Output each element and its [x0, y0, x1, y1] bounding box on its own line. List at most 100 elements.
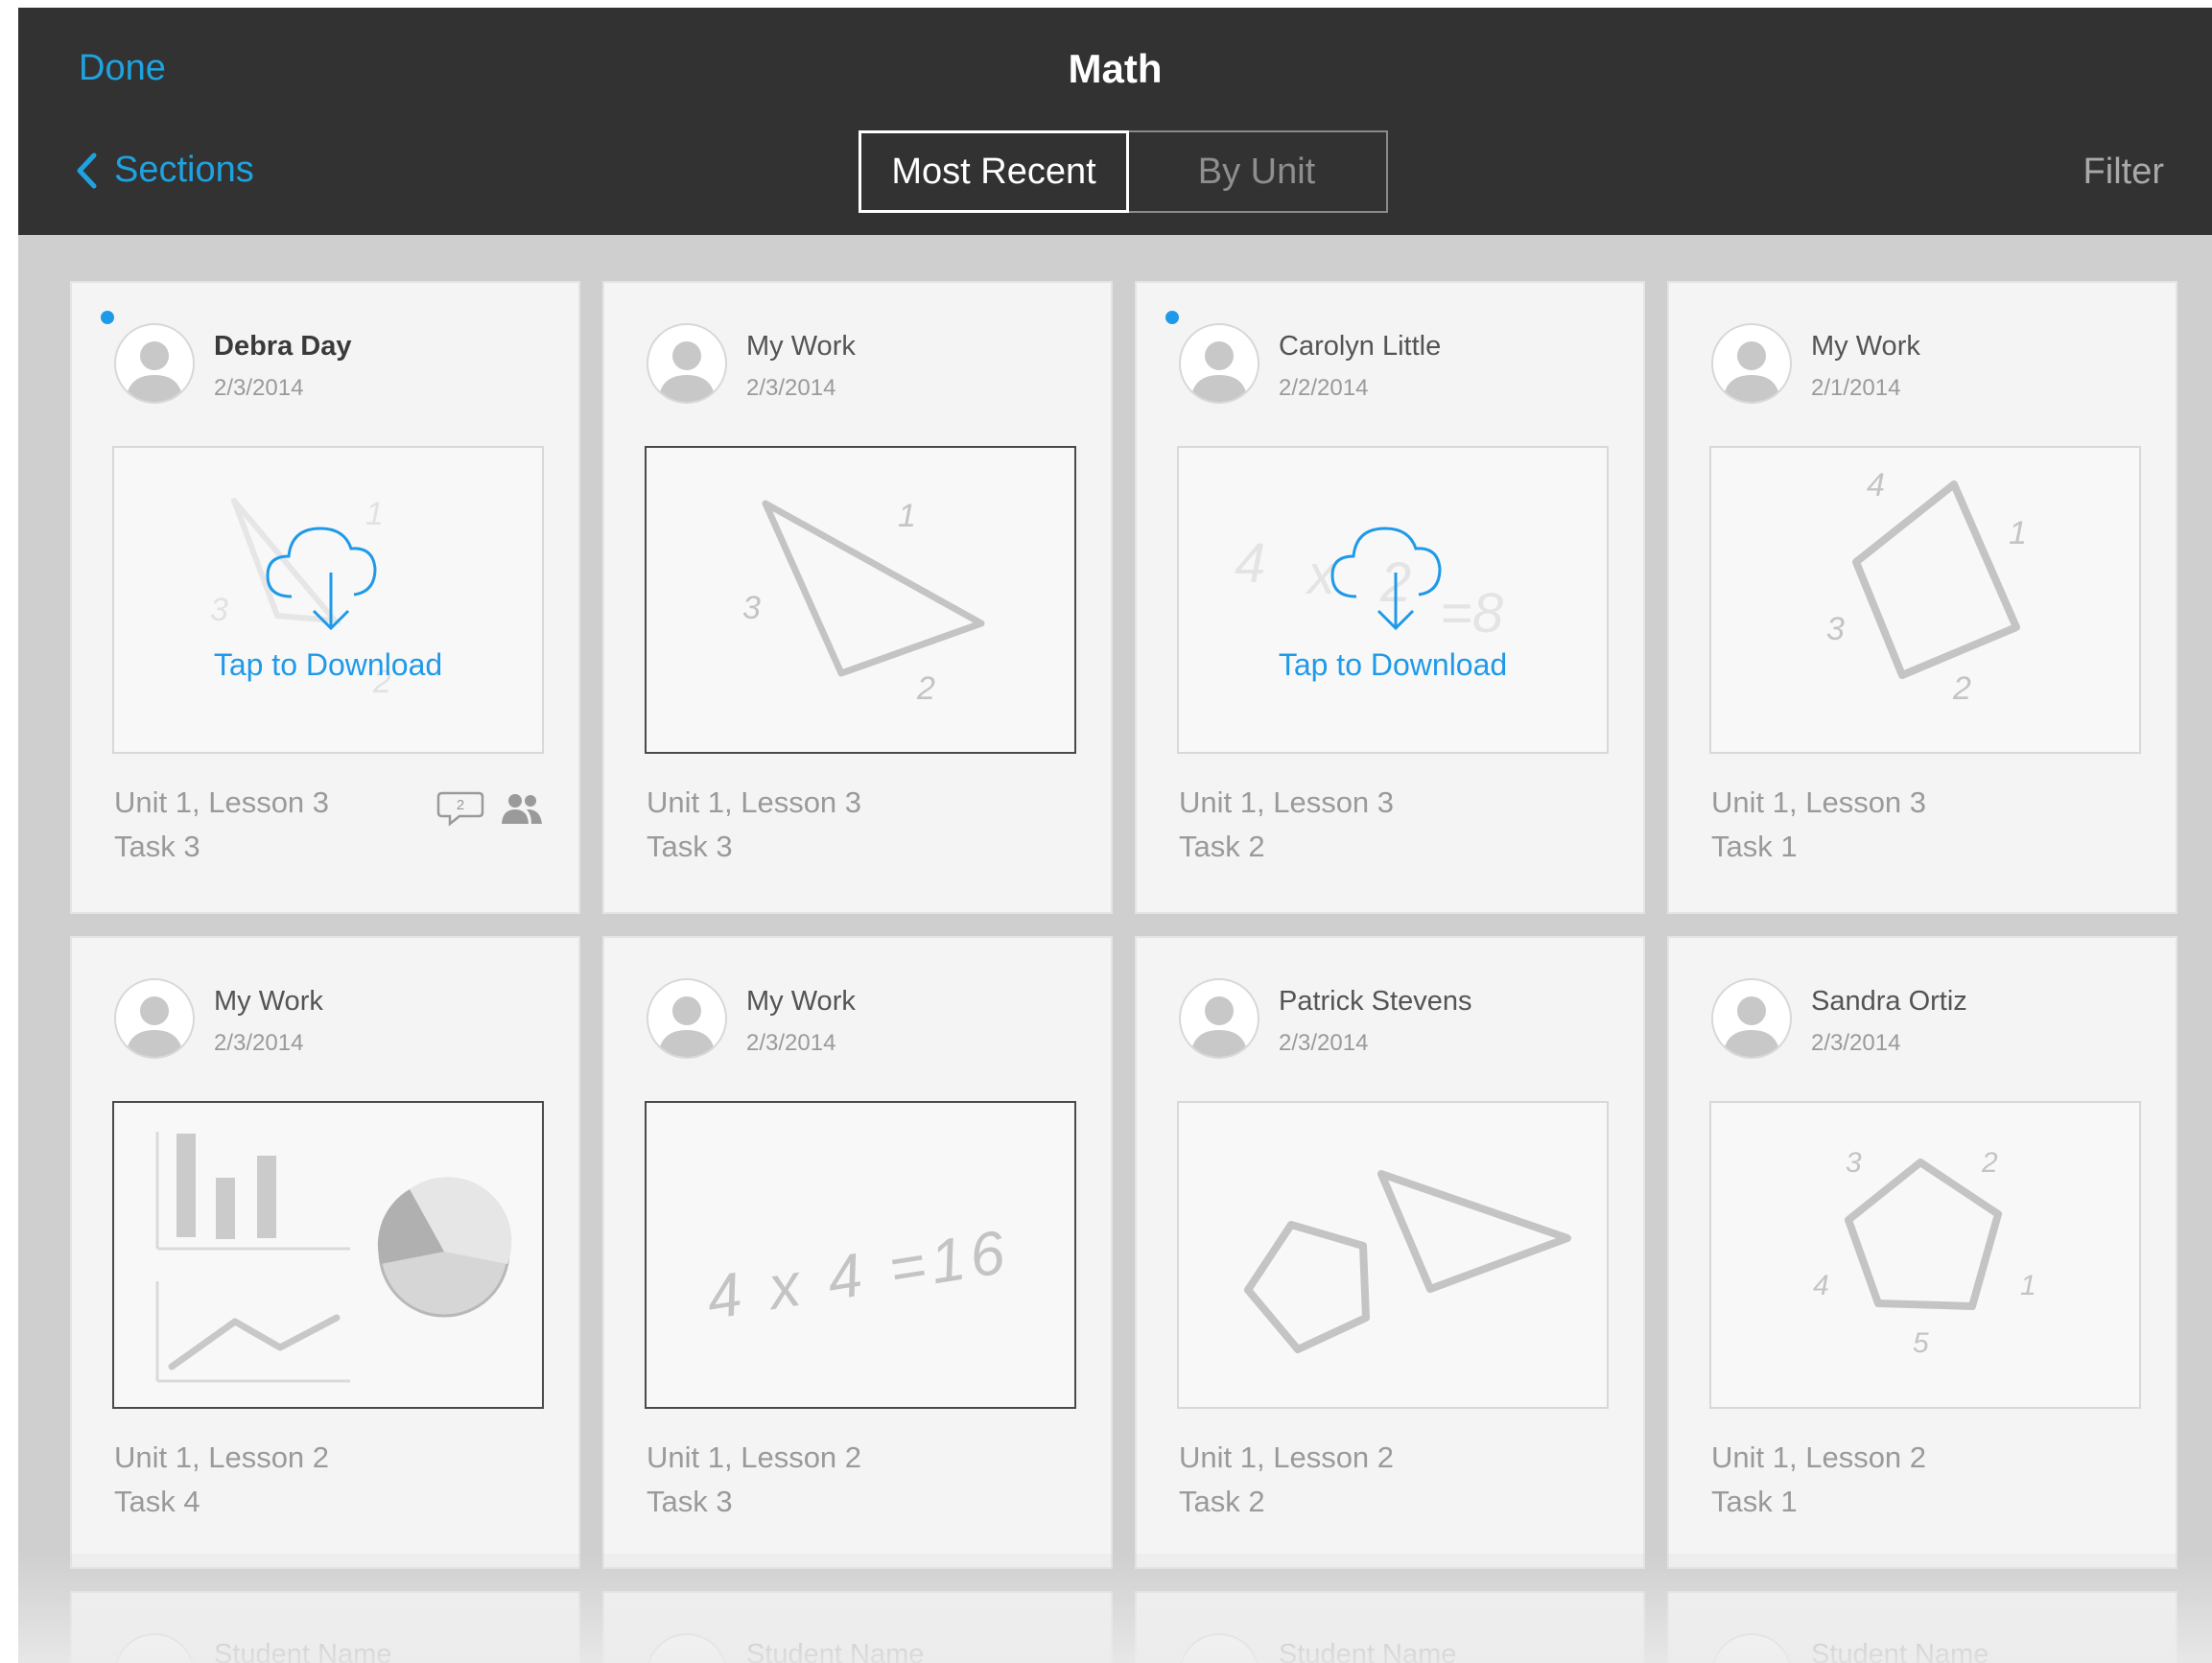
student-name: My Work	[214, 986, 323, 1017]
submission-date: 2/3/2014	[746, 1030, 836, 1056]
work-card[interactable]: Student Name	[1135, 1591, 1645, 1663]
sketch-label: 4	[1867, 467, 1885, 504]
student-name: Carolyn Little	[1279, 331, 1442, 362]
work-card[interactable]: My Work 2/3/2014 4 x 4 =16 Unit 1, Lesso…	[602, 936, 1113, 1569]
submission-date: 2/3/2014	[746, 375, 836, 401]
work-card[interactable]: Student Name	[602, 1591, 1113, 1663]
person-icon	[126, 996, 183, 1057]
shapes-sketch	[1244, 1170, 1571, 1353]
avatar	[647, 323, 727, 404]
sections-back-button[interactable]: Sections	[76, 150, 254, 191]
comment-icon[interactable]: 2	[436, 789, 484, 828]
tap-to-download-link[interactable]: Tap to Download	[114, 647, 542, 683]
person-icon	[1190, 341, 1248, 402]
avatar	[114, 978, 195, 1059]
avatar	[647, 978, 727, 1059]
person-icon	[658, 996, 716, 1057]
tab-most-recent[interactable]: Most Recent	[859, 130, 1129, 213]
tab-by-unit[interactable]: By Unit	[1127, 132, 1386, 211]
work-thumbnail[interactable]: 1 3 2 Tap to Download	[112, 446, 544, 754]
student-name: Student Name	[746, 1639, 925, 1663]
triangle-sketch: 1 3 2	[742, 498, 985, 707]
avatar	[1179, 978, 1259, 1059]
pentagon-sketch: 3 2 4 1 5	[1813, 1147, 2036, 1359]
work-card[interactable]: Student Name	[1667, 1591, 2177, 1663]
work-thumbnail[interactable]	[112, 1101, 544, 1409]
submission-date: 2/2/2014	[1279, 375, 1369, 401]
sketch-label: 5	[1913, 1327, 1929, 1359]
group-icon[interactable]	[500, 791, 544, 826]
student-name: Student Name	[214, 1639, 392, 1663]
work-thumbnail[interactable]: 4 x 2 =8 Tap to Download	[1177, 446, 1609, 754]
student-name: Student Name	[1811, 1639, 1989, 1663]
sketch-label: 3	[1846, 1147, 1862, 1179]
person-icon	[658, 341, 716, 402]
work-card[interactable]: My Work 2/3/2014 1 3 2 Unit 1, Lesson 3 …	[602, 281, 1113, 914]
lesson-label: Unit 1, Lesson 2	[1179, 1440, 1395, 1474]
sketch-label: 1	[2020, 1270, 2036, 1301]
comment-count: 2	[457, 797, 464, 813]
task-label: Task 1	[1711, 1485, 1798, 1518]
avatar	[1179, 1633, 1259, 1663]
work-card[interactable]: Debra Day 2/3/2014 1 3 2 Tap to Download…	[70, 281, 580, 914]
card-status-icons: 2	[436, 789, 544, 828]
person-icon	[1723, 996, 1780, 1057]
task-label: Task 3	[647, 1485, 733, 1518]
student-name: Debra Day	[214, 331, 352, 362]
work-thumbnail[interactable]: 4 x 4 =16	[645, 1101, 1076, 1409]
tap-to-download-link[interactable]: Tap to Download	[1179, 647, 1607, 683]
lesson-label: Unit 1, Lesson 3	[1179, 785, 1395, 819]
page-title: Math	[1068, 46, 1163, 91]
work-thumbnail[interactable]: 4 1 3 2	[1709, 446, 2141, 754]
unread-indicator	[1165, 311, 1179, 324]
student-name: Patrick Stevens	[1279, 986, 1472, 1017]
sketch-label: 1	[898, 498, 916, 534]
lesson-label: Unit 1, Lesson 3	[647, 785, 862, 819]
work-card[interactable]: My Work 2/3/2014 Unit 1, Lesson 2 Task 4	[70, 936, 580, 1569]
work-card[interactable]: Carolyn Little 2/2/2014 4 x 2 =8 Tap to	[1135, 281, 1645, 914]
person-icon	[126, 341, 183, 402]
avatar	[114, 323, 195, 404]
task-label: Task 2	[1179, 1485, 1265, 1518]
task-label: Task 3	[114, 830, 200, 863]
student-name: Sandra Ortiz	[1811, 986, 1967, 1017]
sketch-label: 2	[1981, 1147, 1998, 1179]
work-card[interactable]: Sandra Ortiz 2/3/2014 3 2 4 1 5 Unit 1, …	[1667, 936, 2177, 1569]
equation-text: 4 x 4 =16	[702, 1216, 1015, 1332]
person-icon	[1723, 341, 1780, 402]
sketch-label: 2	[916, 670, 935, 707]
cloud-download-icon	[1330, 527, 1442, 631]
nav-bar: Done Math Sections Most Recent By Unit F…	[18, 8, 2212, 235]
filter-button[interactable]: Filter	[2083, 152, 2164, 193]
student-name: Student Name	[1279, 1639, 1457, 1663]
work-thumbnail[interactable]: 3 2 4 1 5	[1709, 1101, 2141, 1409]
task-label: Task 1	[1711, 830, 1798, 863]
sketch-label: 3	[742, 590, 761, 626]
partial-card-row: Student Name Student Name Student Name S…	[18, 1554, 2212, 1663]
submission-date: 2/3/2014	[1811, 1030, 1901, 1056]
avatar	[1711, 323, 1792, 404]
work-card[interactable]: Student Name	[70, 1591, 580, 1663]
sketch-label: 2	[1952, 670, 1971, 707]
task-label: Task 4	[114, 1485, 200, 1518]
sections-label: Sections	[114, 150, 254, 190]
person-icon	[1190, 996, 1248, 1057]
work-grid: Debra Day 2/3/2014 1 3 2 Tap to Download…	[18, 235, 2212, 1663]
work-thumbnail[interactable]	[1177, 1101, 1609, 1409]
view-segmented-control: Most Recent By Unit	[859, 130, 1388, 213]
student-name: My Work	[1811, 331, 1920, 362]
cloud-download-icon	[266, 527, 377, 631]
lesson-label: Unit 1, Lesson 3	[1711, 785, 1927, 819]
submission-date: 2/1/2014	[1811, 375, 1901, 401]
chevron-left-icon	[77, 152, 97, 188]
work-card[interactable]: My Work 2/1/2014 4 1 3 2 Unit 1, Lesson …	[1667, 281, 2177, 914]
avatar	[114, 1633, 195, 1663]
work-thumbnail[interactable]: 1 3 2	[645, 446, 1076, 754]
work-card[interactable]: Patrick Stevens 2/3/2014 Unit 1, Lesson …	[1135, 936, 1645, 1569]
avatar	[1179, 323, 1259, 404]
sketch-label: 1	[2009, 515, 2027, 551]
task-label: Task 2	[1179, 830, 1265, 863]
submission-date: 2/3/2014	[1279, 1030, 1369, 1056]
charts-sketch	[155, 1132, 512, 1383]
app-window: Done Math Sections Most Recent By Unit F…	[18, 8, 2212, 1663]
